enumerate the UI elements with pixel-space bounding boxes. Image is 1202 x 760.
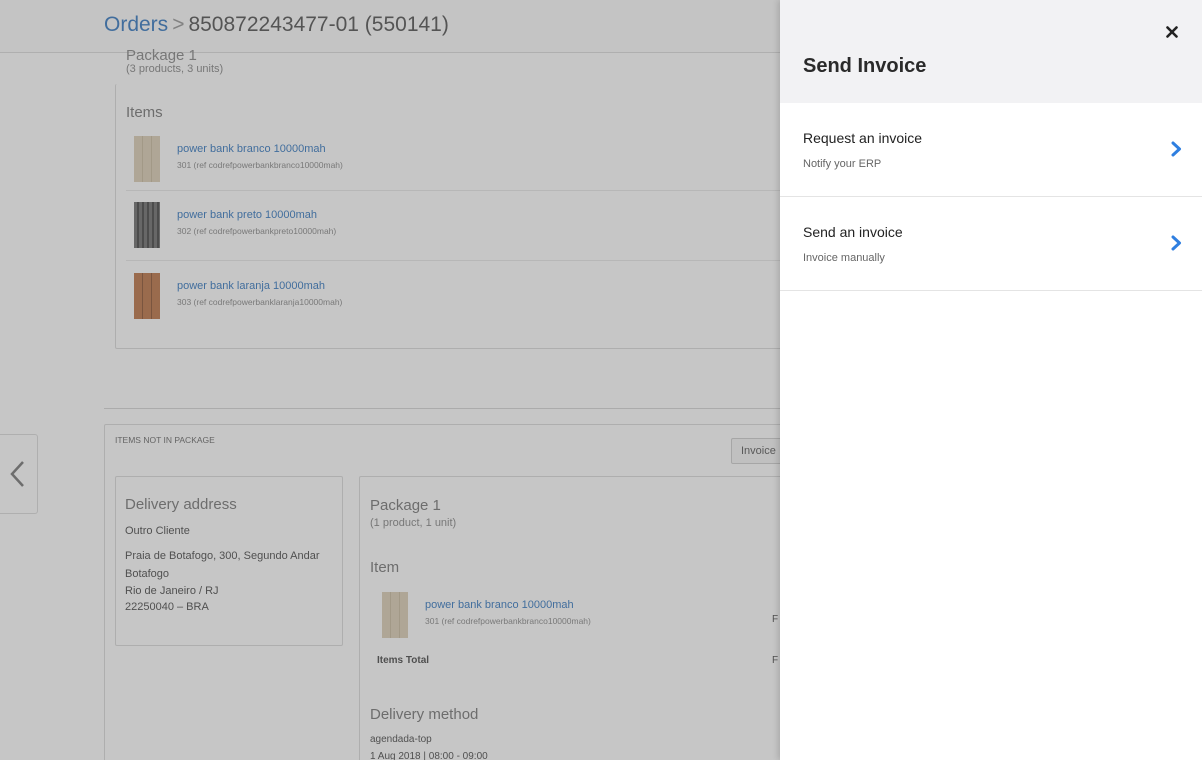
chevron-right-icon	[1171, 141, 1181, 157]
send-invoice-drawer: Send Invoice Request an invoice Notify y…	[780, 0, 1202, 760]
option-subtitle: Notify your ERP	[803, 158, 882, 170]
send-invoice-option[interactable]: Send an invoice Invoice manually	[780, 197, 1202, 291]
close-icon	[1166, 26, 1178, 38]
close-button[interactable]	[1160, 20, 1184, 44]
request-invoice-option[interactable]: Request an invoice Notify your ERP	[780, 103, 1202, 197]
drawer-header: Send Invoice	[780, 0, 1202, 103]
chevron-right-icon	[1171, 235, 1181, 251]
option-title: Request an invoice	[803, 130, 923, 146]
modal-backdrop[interactable]	[0, 0, 780, 760]
option-title: Send an invoice	[803, 224, 903, 240]
option-subtitle: Invoice manually	[803, 252, 885, 264]
drawer-title: Send Invoice	[803, 55, 927, 77]
